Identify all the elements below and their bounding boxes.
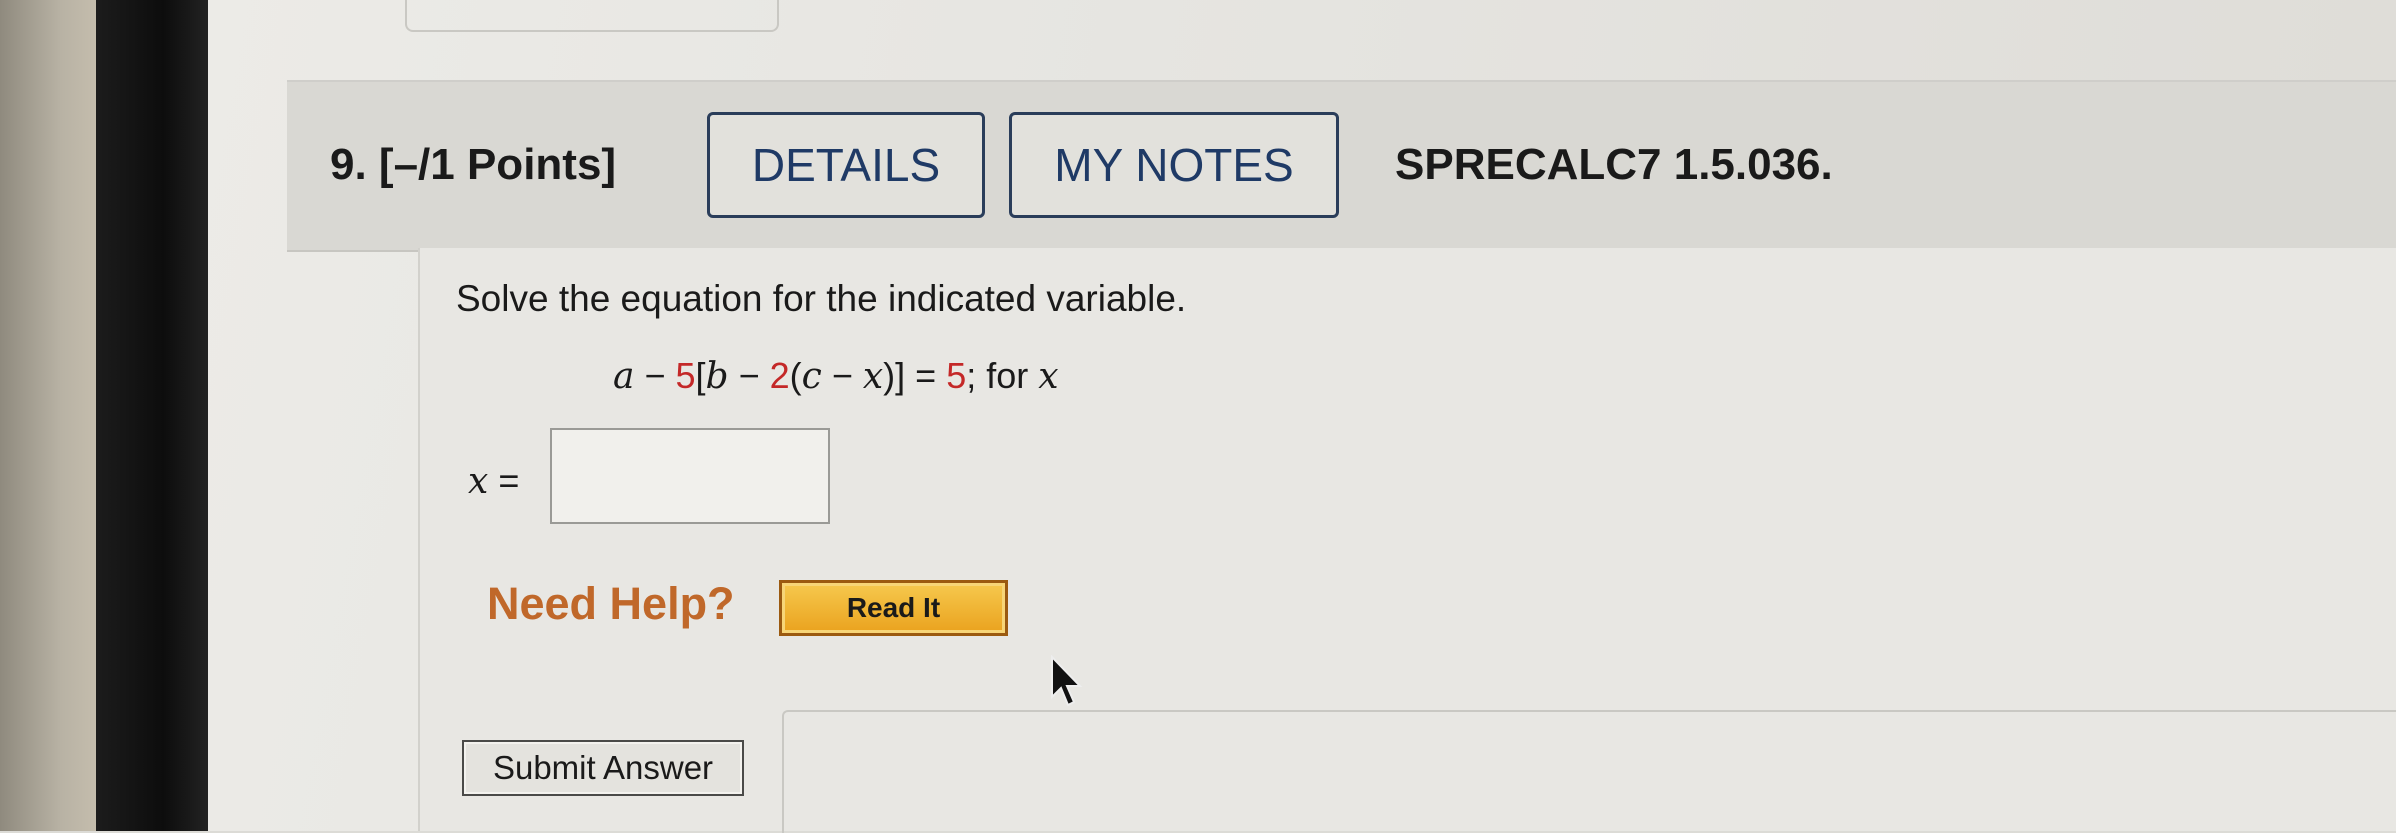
question-number-points: 9. [–/1 Points] xyxy=(330,140,617,189)
eq-var-c: c xyxy=(801,356,822,397)
details-button[interactable]: DETAILS xyxy=(707,112,985,218)
answer-label-eq: = xyxy=(488,460,520,501)
eq-rhs: 5 xyxy=(946,355,967,396)
answer-label: x = xyxy=(468,460,519,502)
answer-label-var: x xyxy=(468,461,489,502)
equation: a − 5[b − 2(c − x)] = 5; for x xyxy=(613,355,1059,397)
eq-coef-5: 5 xyxy=(675,355,696,396)
problem-instruction: Solve the equation for the indicated var… xyxy=(456,278,1187,319)
mouse-pointer-icon xyxy=(1051,655,1083,707)
eq-close: )] xyxy=(883,355,906,396)
eq-paren: ( xyxy=(789,355,802,396)
eq-var-b: b xyxy=(705,356,729,397)
read-it-button[interactable]: Read It xyxy=(779,580,1008,636)
my-notes-button[interactable]: MY NOTES xyxy=(1009,112,1339,218)
eq-equals: = xyxy=(905,355,947,396)
background-surface xyxy=(0,0,110,831)
eq-bracket: [ xyxy=(695,355,706,396)
need-help-label: Need Help? xyxy=(487,578,735,629)
eq-var-a: a xyxy=(613,356,635,397)
monitor-bezel xyxy=(96,0,208,831)
answer-input[interactable] xyxy=(550,428,830,524)
eq-op: − xyxy=(821,355,863,396)
eq-op: − xyxy=(728,355,770,396)
eq-for: ; for xyxy=(966,355,1039,396)
eq-var-x: x xyxy=(862,356,884,397)
submit-area-frame xyxy=(782,710,2396,833)
previous-question-box xyxy=(405,0,779,32)
eq-op: − xyxy=(634,355,676,396)
eq-target-var: x xyxy=(1038,356,1059,397)
question-code: SPRECALC7 1.5.036. xyxy=(1395,140,1833,189)
submit-answer-button[interactable]: Submit Answer xyxy=(462,740,744,796)
eq-coef-2: 2 xyxy=(769,355,790,396)
